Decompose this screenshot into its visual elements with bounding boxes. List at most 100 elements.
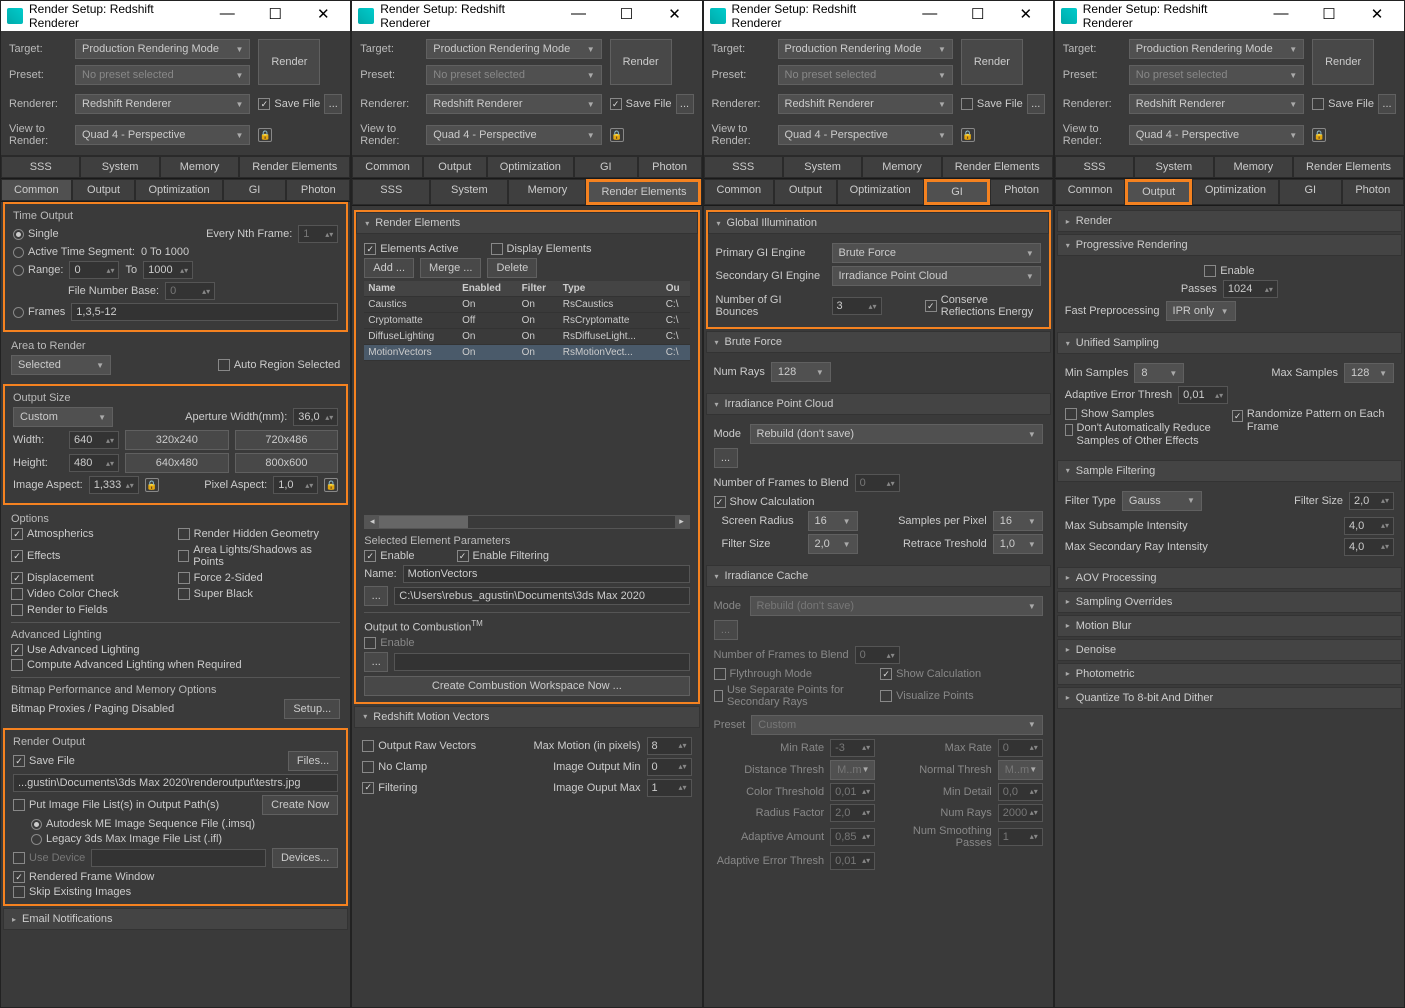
render-button[interactable]: Render (961, 39, 1023, 85)
savefile-browse-button[interactable]: ... (324, 94, 342, 114)
effects-checkbox[interactable]: Effects (11, 544, 174, 568)
tab-gi[interactable]: GI (1279, 179, 1342, 205)
tab-photon[interactable]: Photon (990, 179, 1053, 205)
render-button[interactable]: Render (1312, 39, 1374, 85)
render-to-fields-checkbox[interactable]: Render to Fields (11, 604, 174, 616)
combustion-path-input[interactable] (394, 653, 689, 671)
image-output-max-spinner[interactable]: 1▴▾ (647, 779, 692, 797)
email-notifications-rollout[interactable]: ▸Email Notifications (3, 908, 348, 930)
preset-720x486-button[interactable]: 720x486 (235, 430, 339, 450)
fast-preproc-dropdown[interactable]: IPR only▼ (1166, 301, 1236, 321)
preset-dropdown[interactable]: No preset selected▼ (778, 65, 953, 85)
maximize-button[interactable]: ☐ (606, 5, 648, 27)
col-enabled[interactable]: Enabled (458, 281, 517, 297)
preset-640x480-button[interactable]: 640x480 (125, 453, 229, 473)
tab-common[interactable]: Common (1, 179, 72, 201)
single-radio[interactable]: Single (13, 228, 59, 240)
col-name[interactable]: Name (364, 281, 458, 297)
tab-common[interactable]: Common (352, 156, 423, 178)
rollout-header[interactable]: ▸AOV Processing (1057, 567, 1402, 589)
output-size-dropdown[interactable]: Custom▼ (13, 407, 113, 427)
lock-icon[interactable]: 🔒 (961, 128, 975, 142)
max-rate-spinner[interactable]: 0▴▾ (998, 739, 1043, 757)
view-dropdown[interactable]: Quad 4 - Perspective▼ (426, 125, 601, 145)
ic-path-button[interactable]: ... (714, 620, 738, 640)
legacy-ifl-radio[interactable]: Legacy 3ds Max Image File List (.ifl) (31, 833, 222, 845)
maximize-button[interactable]: ☐ (1308, 5, 1350, 27)
create-combustion-button[interactable]: Create Combustion Workspace Now ... (364, 676, 689, 696)
tab-memory[interactable]: Memory (160, 156, 239, 178)
force-2sided-checkbox[interactable]: Force 2-Sided (178, 572, 341, 584)
tab-gi[interactable]: GI (924, 179, 991, 205)
ic-aet-spinner[interactable]: 0,01▴▾ (830, 852, 875, 870)
normal-thresh-dropdown[interactable]: M..m▼ (998, 760, 1043, 780)
tab-sss[interactable]: SSS (352, 179, 430, 205)
every-nth-spinner[interactable]: 1▴▾ (298, 225, 338, 243)
savefile-checkbox[interactable]: Save File (610, 98, 672, 110)
screen-radius-dropdown[interactable]: 16▼ (808, 511, 858, 531)
combustion-enable-checkbox[interactable]: Enable (364, 637, 689, 649)
enable-checkbox[interactable]: Enable (364, 550, 414, 562)
frames-radio[interactable]: Frames (13, 306, 65, 318)
close-button[interactable]: ✕ (1005, 5, 1047, 27)
bitmap-setup-button[interactable]: Setup... (284, 699, 340, 719)
tab-output[interactable]: Output (72, 179, 136, 201)
distance-thresh-dropdown[interactable]: M..m▼ (830, 760, 875, 780)
rendered-frame-window-checkbox[interactable]: Rendered Frame Window (13, 871, 338, 883)
retrace-threshold-dropdown[interactable]: 1,0▼ (993, 534, 1043, 554)
height-spinner[interactable]: 480▴▾ (69, 454, 119, 472)
tab-system[interactable]: System (1134, 156, 1213, 178)
filtering-checkbox[interactable]: Filtering (362, 782, 417, 794)
auto-region-checkbox[interactable]: Auto Region Selected (218, 359, 340, 371)
table-row[interactable]: CryptomatteOffOnRsCryptomatteC:\ (364, 313, 689, 329)
tab-output[interactable]: Output (423, 156, 487, 178)
rollout-header[interactable]: ▸Photometric (1057, 663, 1402, 685)
file-number-base-spinner[interactable]: 0▴▾ (165, 282, 215, 300)
bf-header[interactable]: ▾Brute Force (706, 331, 1051, 353)
show-samples-checkbox[interactable]: Show Samples (1065, 408, 1227, 420)
close-button[interactable]: ✕ (654, 5, 696, 27)
tab-common[interactable]: Common (1055, 179, 1126, 205)
put-image-file-list-checkbox[interactable]: Put Image File List(s) in Output Path(s) (13, 799, 219, 811)
super-black-checkbox[interactable]: Super Black (178, 588, 341, 600)
ipc-show-calc-checkbox[interactable]: Show Calculation (714, 496, 1043, 508)
preset-dropdown[interactable]: No preset selected▼ (75, 65, 250, 85)
preset-dropdown[interactable]: No preset selected▼ (1129, 65, 1304, 85)
create-now-button[interactable]: Create Now (262, 795, 338, 815)
delete-button[interactable]: Delete (487, 258, 537, 278)
device-input[interactable] (91, 849, 266, 867)
output-raw-vectors-checkbox[interactable]: Output Raw Vectors (362, 740, 476, 752)
view-dropdown[interactable]: Quad 4 - Perspective▼ (778, 125, 953, 145)
gi-bounces-spinner[interactable]: 3▴▾ (832, 297, 882, 315)
use-separate-points-checkbox[interactable]: Use Separate Points for Secondary Rays (714, 684, 877, 708)
col-output[interactable]: Ou (662, 281, 690, 297)
us-aet-spinner[interactable]: 0,01▴▾ (1178, 386, 1228, 404)
savefile-browse-button[interactable]: ... (1027, 94, 1045, 114)
savefile-checkbox[interactable]: Save File (1312, 98, 1374, 110)
tab-optimization[interactable]: Optimization (487, 156, 574, 178)
tab-sss[interactable]: SSS (1055, 156, 1134, 178)
save-file-checkbox[interactable]: Save File (13, 755, 75, 767)
view-dropdown[interactable]: Quad 4 - Perspective▼ (75, 125, 250, 145)
table-row[interactable]: CausticsOnOnRsCausticsC:\ (364, 297, 689, 313)
visualize-points-checkbox[interactable]: Visualize Points (880, 684, 1043, 708)
combustion-browse-button[interactable]: ... (364, 652, 388, 672)
tab-system[interactable]: System (783, 156, 862, 178)
tab-system[interactable]: System (430, 179, 508, 205)
tab-gi[interactable]: GI (574, 156, 638, 178)
tab-photon[interactable]: Photon (638, 156, 702, 178)
frames-input[interactable]: 1,3,5-12 (71, 303, 338, 321)
col-filter[interactable]: Filter (518, 281, 559, 297)
render-button[interactable]: Render (610, 39, 672, 85)
width-spinner[interactable]: 640▴▾ (69, 431, 119, 449)
minimize-button[interactable]: — (909, 5, 951, 27)
enable-filtering-checkbox[interactable]: Enable Filtering (457, 550, 549, 562)
savefile-browse-button[interactable]: ... (676, 94, 694, 114)
devices-button[interactable]: Devices... (272, 848, 338, 868)
dont-reduce-samples-checkbox[interactable]: Don't Automatically Reduce Samples of Ot… (1065, 422, 1227, 448)
rollout-header[interactable]: ▸Quantize To 8-bit And Dither (1057, 687, 1402, 709)
target-dropdown[interactable]: Production Rendering Mode▼ (778, 39, 953, 59)
samples-per-pixel-dropdown[interactable]: 16▼ (993, 511, 1043, 531)
ic-header[interactable]: ▾Irradiance Cache (706, 565, 1051, 587)
renderer-dropdown[interactable]: Redshift Renderer▼ (426, 94, 601, 114)
